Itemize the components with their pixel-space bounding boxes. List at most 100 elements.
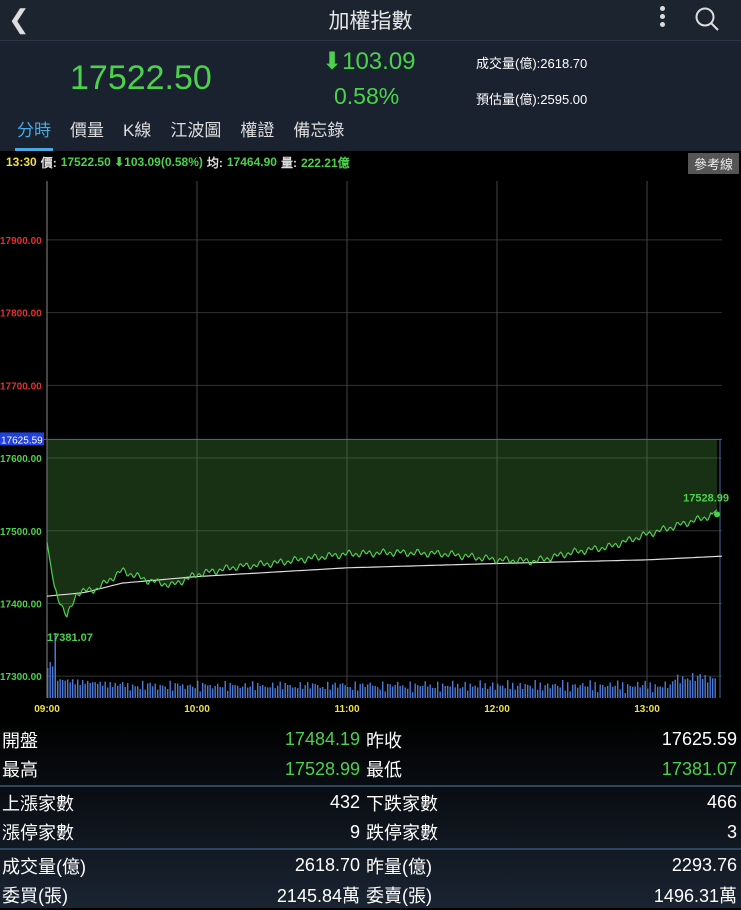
top-bar: ❮ 加權指數	[0, 0, 741, 40]
more-vertical-icon[interactable]	[655, 4, 669, 34]
volume-bar	[452, 681, 453, 698]
stat-value: 466	[516, 792, 741, 813]
stat-label: 漲停家數	[0, 819, 170, 845]
volume-bar	[65, 681, 66, 698]
volume-bar	[375, 686, 376, 698]
volume-bar	[67, 679, 68, 698]
volume-bar	[652, 692, 653, 698]
volume-bar	[305, 685, 306, 698]
volume-bar	[325, 689, 326, 698]
volume-bar	[225, 681, 226, 698]
volume-bar	[152, 686, 153, 698]
volume-bar	[637, 682, 638, 698]
y-tick-label: 17500.00	[0, 527, 42, 538]
volume-bar	[650, 682, 651, 698]
volume-bar	[365, 687, 366, 698]
stat-value: 3	[516, 822, 741, 843]
volume-bar	[427, 687, 428, 698]
volume-bar	[530, 686, 531, 698]
volume-bar	[677, 675, 678, 698]
volume-bar	[207, 685, 208, 698]
search-icon[interactable]	[694, 6, 720, 32]
volume-bar	[692, 673, 693, 698]
volume-bar	[667, 688, 668, 698]
volume-bar	[135, 686, 136, 698]
volume-bar	[425, 681, 426, 698]
volume-bar	[635, 687, 636, 698]
volume-bar	[422, 686, 423, 698]
volume-bar	[502, 686, 503, 698]
volume-bar	[230, 683, 231, 698]
volume-bar	[195, 688, 196, 698]
stat-label: 最低	[366, 756, 516, 782]
info-volume: 222.21億	[301, 154, 350, 171]
price-change-percent: 0.58%	[334, 83, 399, 110]
tab-4[interactable]: 權證	[240, 111, 274, 151]
volume-bar	[590, 680, 591, 698]
volume-bar	[85, 684, 86, 698]
volume-bar	[467, 691, 468, 698]
stat-label: 上漲家數	[0, 790, 170, 816]
volume-bar	[267, 687, 268, 698]
y-tick-label: 17700.00	[0, 381, 42, 392]
tab-1[interactable]: 價量	[70, 111, 104, 151]
volume-bar	[470, 684, 471, 698]
volume-bar	[160, 685, 161, 698]
tab-0[interactable]: 分時	[17, 111, 51, 151]
volume-bar	[100, 682, 101, 698]
volume-bar	[170, 681, 171, 698]
volume-bar	[455, 687, 456, 698]
volume-bar	[617, 680, 618, 698]
tab-bar: 分時價量 K線江波圖權證備忘錄	[0, 111, 741, 151]
stats-row: 漲停家數9跌停家數3	[0, 818, 741, 848]
stats-table: 開盤17484.19昨收17625.59最高17528.99最低17381.07…	[0, 719, 741, 908]
low-label: 17381.07	[47, 632, 93, 644]
volume-bar	[90, 683, 91, 698]
volume-bar	[282, 689, 283, 698]
stat-value: 17625.59	[516, 729, 741, 750]
stats-row: 成交量(億)2618.70昨量(億)2293.76	[0, 851, 741, 881]
y-tick-label: 17800.00	[0, 309, 42, 320]
tab-3[interactable]: 江波圖	[170, 111, 221, 151]
chevron-left-icon[interactable]: ❮	[8, 4, 30, 35]
volume-bar	[522, 689, 523, 698]
reference-line-button[interactable]: 參考線	[688, 153, 739, 174]
price-area-fill	[47, 439, 717, 616]
volume-bar	[107, 688, 108, 698]
volume-bar	[552, 685, 553, 698]
volume-bar	[205, 684, 206, 698]
chart-info-bar: 13:30 價:17522.50 ⬇103.09(0.58%) 均:17464.…	[0, 151, 741, 173]
y-tick-label: 17400.00	[0, 599, 42, 610]
volume-bar	[122, 682, 123, 698]
price-change: ⬇103.09	[322, 47, 416, 76]
stat-label: 跌停家數	[366, 819, 516, 845]
volume-bar	[600, 684, 601, 698]
volume-bar	[162, 685, 163, 698]
stat-value: 17528.99	[170, 759, 366, 780]
volume-bar	[597, 692, 598, 698]
volume-bar	[337, 688, 338, 698]
volume-bar	[490, 686, 491, 698]
volume-bar	[697, 676, 698, 698]
volume-bar	[380, 690, 381, 698]
volume-bar	[517, 686, 518, 698]
volume-bar	[330, 690, 331, 698]
tab-2[interactable]: K線	[123, 111, 151, 151]
volume-bar	[147, 683, 148, 698]
volume-bar	[307, 682, 308, 698]
stat-value: 2618.70	[170, 855, 366, 876]
volume-bar	[70, 682, 71, 698]
volume-bar	[77, 679, 78, 698]
tab-5[interactable]: 備忘錄	[293, 111, 344, 151]
volume-bar	[460, 688, 461, 698]
stat-label: 成交量(億)	[0, 853, 170, 879]
volume-bar	[547, 683, 548, 698]
volume-bar	[472, 687, 473, 698]
volume-bar	[140, 689, 141, 698]
volume-bar	[660, 686, 661, 698]
intraday-chart[interactable]: 17900.0017800.0017700.0017600.0017500.00…	[0, 173, 741, 719]
volume-bar	[700, 674, 701, 698]
divider	[0, 848, 741, 850]
volume-bar	[540, 682, 541, 698]
y-tick-label: 17300.00	[0, 672, 42, 683]
